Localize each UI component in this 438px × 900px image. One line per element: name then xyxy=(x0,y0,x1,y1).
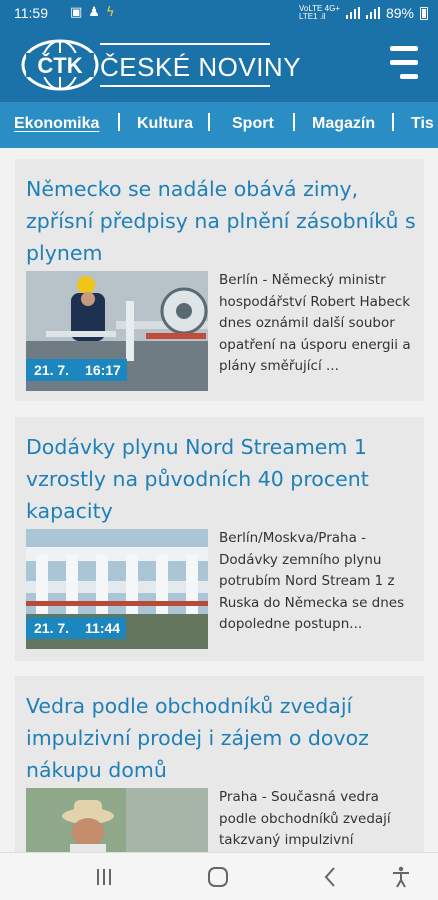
article-excerpt: Praha - Současná vedra podle obchodníků … xyxy=(219,789,391,848)
article-title[interactable]: Německo se nadále obává zimy, zpřísní př… xyxy=(26,173,418,269)
article-title[interactable]: Dodávky plynu Nord Streamem 1 vzrostly n… xyxy=(26,431,418,527)
article-feed: Německo se nadále obává zimy, zpřísní př… xyxy=(0,148,438,852)
app-header: ČTK ČESKÉ NOVINY xyxy=(0,28,438,102)
category-nav: Ekonomika Kultura Sport Magazín Tis xyxy=(0,102,438,148)
network-line-2: LTE1 .il xyxy=(298,12,326,21)
logo-text: ČESKÉ NOVINY xyxy=(100,52,302,82)
article-card[interactable]: Vedra podle obchodníků zvedají impulzivn… xyxy=(15,676,424,852)
network-type: VoLTE 4G+ LTE1 .il xyxy=(299,5,340,21)
article-thumbnail[interactable] xyxy=(26,788,208,852)
recent-apps-icon[interactable] xyxy=(92,865,116,889)
article-title[interactable]: Vedra podle obchodníků zvedají impulzivn… xyxy=(26,690,418,786)
article-thumbnail[interactable]: 21. 7. 11:44 xyxy=(26,529,208,649)
article-date-stamp: 21. 7. 16:17 xyxy=(26,359,127,381)
signal-icon xyxy=(345,7,360,19)
status-time: 11:59 xyxy=(14,5,48,21)
accessibility-icon[interactable] xyxy=(389,865,413,889)
category-tab-tis[interactable]: Tis xyxy=(411,115,434,133)
article-card[interactable]: Německo se nadále obává zimy, zpřísní př… xyxy=(15,159,424,401)
system-nav-bar xyxy=(0,852,438,900)
article-excerpt: Berlín - Německý ministr hospodářství Ro… xyxy=(219,272,411,374)
category-tab-kultura[interactable]: Kultura xyxy=(137,115,193,133)
category-tab-ekonomika[interactable]: Ekonomika xyxy=(14,115,99,133)
battery-icon xyxy=(420,6,428,20)
category-tab-magazin[interactable]: Magazín xyxy=(312,115,375,133)
home-icon[interactable] xyxy=(206,865,230,889)
menu-bar-2 xyxy=(390,60,418,65)
battery-percent: 89% xyxy=(385,5,414,21)
site-logo[interactable]: ČTK ČESKÉ NOVINY xyxy=(20,38,301,92)
charging-icon: ϟ xyxy=(105,5,121,20)
notification-icon: ♟ xyxy=(88,5,106,20)
article-time: 16:17 xyxy=(85,362,121,378)
logo-mark: ČTK xyxy=(37,53,82,78)
image-icon: ▣ xyxy=(70,5,89,20)
status-right-icons: VoLTE 4G+ LTE1 .il 89% xyxy=(299,5,428,21)
article-excerpt: Berlín/Moskva/Praha - Dodávky zemního pl… xyxy=(219,530,405,632)
article-time: 11:44 xyxy=(85,620,121,636)
back-icon[interactable] xyxy=(319,865,343,889)
status-notification-icons: ▣♟ϟ xyxy=(70,5,121,20)
category-separator xyxy=(118,113,120,131)
logo-rule-top xyxy=(100,43,270,45)
menu-bar-3 xyxy=(400,74,418,79)
status-bar: 11:59 ▣♟ϟ VoLTE 4G+ LTE1 .il 89% xyxy=(0,0,438,28)
menu-button[interactable] xyxy=(390,46,418,80)
article-thumbnail[interactable]: 21. 7. 16:17 xyxy=(26,271,208,391)
article-date: 21. 7. xyxy=(34,362,70,378)
article-date-stamp: 21. 7. 11:44 xyxy=(26,617,127,639)
signal-2-icon xyxy=(365,7,380,19)
category-separator xyxy=(293,113,295,131)
article-card[interactable]: Dodávky plynu Nord Streamem 1 vzrostly n… xyxy=(15,417,424,661)
menu-bar-1 xyxy=(390,46,418,51)
logo-rule-bottom xyxy=(100,85,270,87)
article-date: 21. 7. xyxy=(34,620,70,636)
summer-heat-photo xyxy=(26,788,208,852)
category-separator xyxy=(208,113,210,131)
category-tab-sport[interactable]: Sport xyxy=(232,115,274,133)
ctk-globe-logo: ČTK xyxy=(21,39,99,91)
category-separator xyxy=(392,113,394,131)
